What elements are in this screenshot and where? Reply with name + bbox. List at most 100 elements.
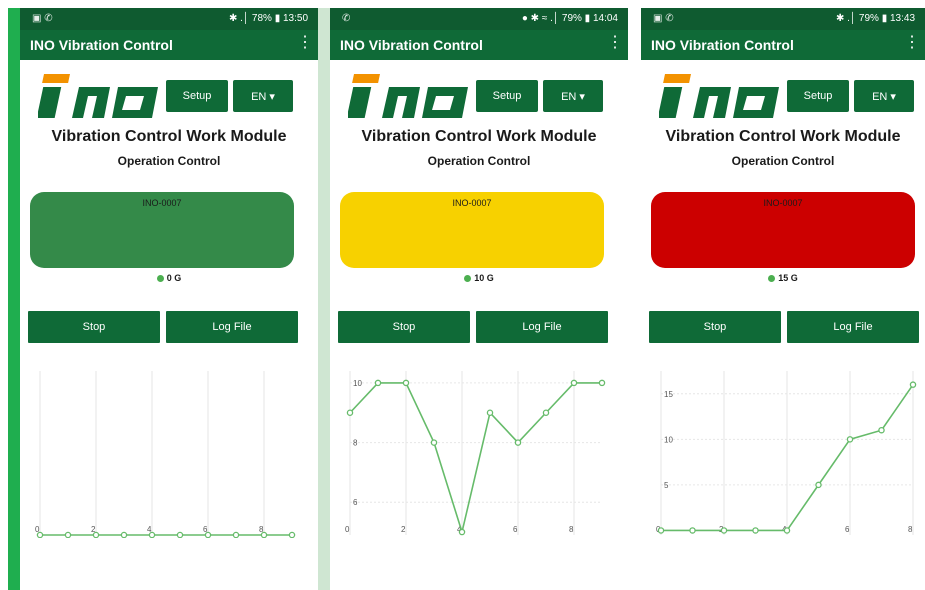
x-tick-label: 2: [401, 525, 406, 534]
module-subtitle: Operation Control: [427, 154, 531, 168]
log-file-button[interactable]: Log File: [476, 311, 608, 343]
notification-icons: ▣ ✆: [653, 13, 674, 24]
data-point: [815, 481, 822, 489]
overflow-menu-icon[interactable]: ⋮: [297, 35, 313, 51]
data-point: [458, 528, 466, 536]
language-dropdown[interactable]: EN ▾: [233, 80, 293, 112]
y-tick-label: 6: [353, 498, 358, 507]
y-tick-label: 8: [353, 439, 358, 448]
module-title: Vibration Control Work Module: [665, 128, 901, 145]
data-point: [689, 527, 696, 534]
language-dropdown[interactable]: EN ▾: [854, 80, 914, 112]
device-id: INO-0007: [763, 198, 803, 208]
data-point: [783, 527, 791, 534]
x-tick-label: 0: [345, 525, 350, 534]
stop-button[interactable]: Stop: [649, 311, 781, 343]
data-point: [909, 381, 917, 388]
overflow-menu-icon[interactable]: ⋮: [607, 35, 623, 51]
status-bar: ▣ ✆ ✱ .│ 78% ▮ 13:50: [20, 8, 318, 30]
app-title: INO Vibration Control: [651, 37, 794, 53]
vibration-level-value: 10 G: [474, 273, 494, 283]
notification-icons: ✆: [342, 13, 351, 24]
data-point: [64, 531, 72, 538]
data-point: [878, 426, 885, 434]
x-tick-label: 6: [845, 525, 850, 534]
overflow-menu-icon[interactable]: ⋮: [904, 35, 920, 51]
data-point: [720, 527, 728, 534]
data-point: [598, 379, 606, 387]
status-dot-icon: [768, 275, 776, 282]
vibration-level-value: 0 G: [166, 273, 182, 283]
ino-logo: [659, 74, 779, 118]
language-dropdown[interactable]: EN ▾: [543, 80, 603, 112]
data-point: [542, 409, 550, 416]
vibration-status-indicator: INO-0007: [340, 192, 604, 268]
phone-screen-1: ▣ ✆ ✱ .│ 78% ▮ 13:50 INO Vibration Contr…: [20, 8, 318, 590]
setup-button[interactable]: Setup: [166, 80, 228, 112]
data-point: [36, 531, 44, 538]
ino-logo: [38, 74, 158, 118]
stop-button[interactable]: Stop: [28, 311, 160, 343]
app-bar: INO Vibration Control ⋮: [641, 30, 925, 60]
data-point: [204, 531, 212, 538]
data-point: [570, 379, 578, 387]
app-title: INO Vibration Control: [30, 37, 173, 53]
status-info: ✱ .│ 78% ▮ 13:50: [228, 13, 308, 24]
status-dot-icon: [156, 275, 164, 282]
phone-screen-2: ✆ ● ✱ ≈ .│ 79% ▮ 14:04 INO Vibration Con…: [330, 8, 628, 590]
ino-logo: [348, 74, 468, 118]
data-point: [232, 531, 240, 538]
phone-screen-3: ▣ ✆ ✱ .│ 79% ▮ 13:43 INO Vibration Contr…: [641, 8, 925, 590]
data-point: [752, 527, 759, 534]
x-tick-label: 8: [908, 525, 913, 534]
y-tick-label: 10: [353, 379, 362, 388]
y-tick-label: 10: [664, 435, 673, 444]
data-point: [657, 527, 665, 534]
stop-button[interactable]: Stop: [338, 311, 470, 343]
vibration-level: 15 G: [641, 273, 925, 283]
app-bar: INO Vibration Control ⋮: [20, 30, 318, 60]
status-bar: ▣ ✆ ✱ .│ 79% ▮ 13:43: [641, 8, 925, 30]
data-point: [374, 379, 382, 387]
x-tick-label: 8: [569, 525, 574, 534]
data-point: [92, 531, 100, 538]
data-point: [346, 409, 354, 416]
module-title: Vibration Control Work Module: [51, 128, 287, 145]
module-subtitle: Operation Control: [117, 154, 221, 168]
device-id: INO-0007: [142, 198, 182, 208]
series-line: [349, 382, 602, 536]
vibration-chart: 0 2 4 6 86810: [345, 371, 606, 536]
module-subtitle: Operation Control: [731, 154, 835, 168]
vibration-level: 0 G: [20, 273, 318, 283]
data-point: [120, 531, 128, 538]
y-tick-label: 15: [664, 390, 673, 399]
data-point: [846, 436, 854, 443]
status-info: ✱ .│ 79% ▮ 13:43: [835, 13, 915, 24]
vibration-chart: 02468: [35, 371, 296, 538]
vibration-level: 10 G: [330, 273, 628, 283]
x-tick-label: 6: [513, 525, 518, 534]
vibration-chart: 0246851015: [656, 371, 917, 535]
data-point: [486, 409, 494, 416]
module-title: Vibration Control Work Module: [361, 128, 597, 145]
data-point: [148, 531, 156, 538]
log-file-button[interactable]: Log File: [166, 311, 298, 343]
data-point: [176, 531, 184, 538]
status-dot-icon: [464, 275, 472, 282]
status-bar: ✆ ● ✱ ≈ .│ 79% ▮ 14:04: [330, 8, 628, 30]
device-id: INO-0007: [452, 198, 492, 208]
y-tick-label: 5: [664, 481, 669, 490]
setup-button[interactable]: Setup: [787, 80, 849, 112]
data-point: [430, 439, 438, 446]
data-point: [260, 531, 268, 538]
vibration-status-indicator: INO-0007: [30, 192, 294, 268]
log-file-button[interactable]: Log File: [787, 311, 919, 343]
data-point: [514, 439, 522, 446]
app-title: INO Vibration Control: [340, 37, 483, 53]
app-bar: INO Vibration Control ⋮: [330, 30, 628, 60]
data-point: [402, 379, 410, 387]
status-info: ● ✱ ≈ .│ 79% ▮ 14:04: [521, 13, 618, 24]
notification-icons: ▣ ✆: [32, 13, 53, 24]
vibration-status-indicator: INO-0007: [651, 192, 915, 268]
setup-button[interactable]: Setup: [476, 80, 538, 112]
